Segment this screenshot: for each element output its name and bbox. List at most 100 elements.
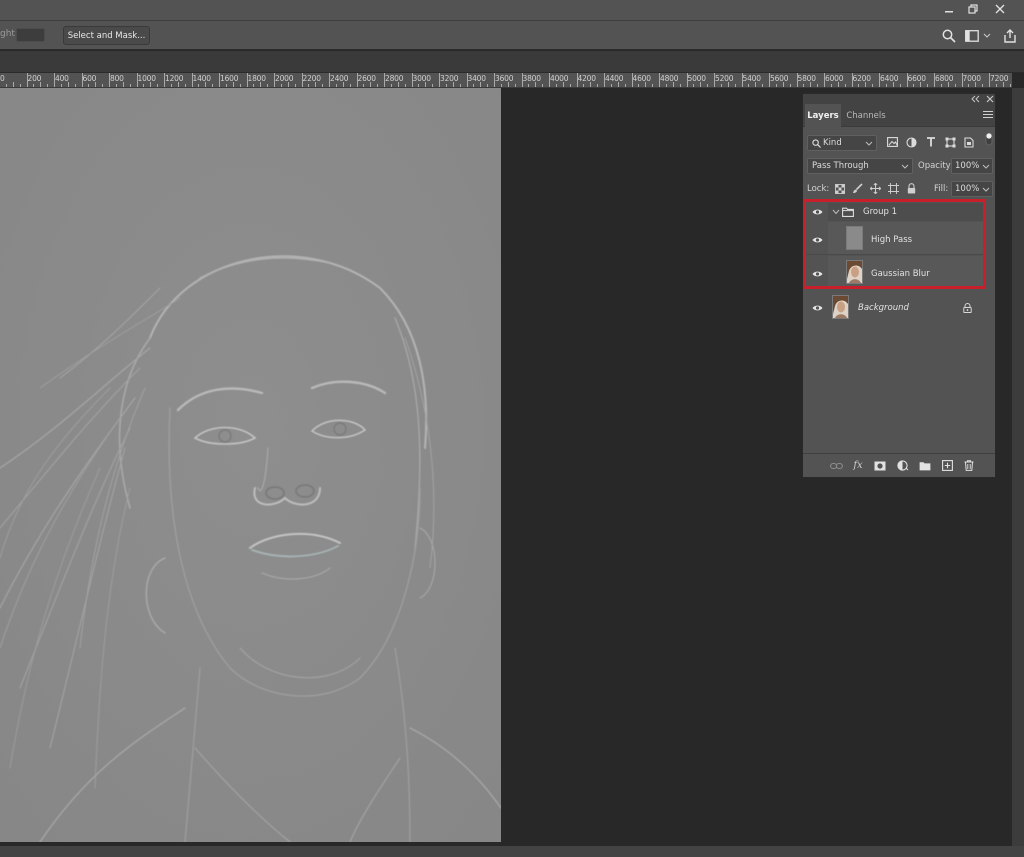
filter-toggle-button[interactable] xyxy=(983,132,995,146)
lock-all-button[interactable] xyxy=(906,183,917,194)
ruler-minor-tick xyxy=(817,84,819,87)
horizontal-scrollbar[interactable] xyxy=(0,846,1024,857)
ruler-minor-tick xyxy=(782,82,784,87)
ruler-minor-tick xyxy=(762,84,764,87)
ruler-minor-tick xyxy=(679,84,681,87)
layer-thumbnail-gaussian-blur[interactable] xyxy=(846,260,863,284)
share-button[interactable] xyxy=(1002,28,1018,44)
add-layer-style-button[interactable]: fx xyxy=(851,459,865,472)
layer-row-high-pass[interactable]: High Pass xyxy=(805,222,984,255)
ruler-minor-tick xyxy=(129,84,131,87)
ruler-minor-tick xyxy=(157,84,159,87)
ruler-label: 5000 xyxy=(687,74,707,83)
ruler-label: 2800 xyxy=(385,74,404,83)
lock-transparent-button[interactable] xyxy=(834,183,845,194)
ruler-label: 7000 xyxy=(962,74,982,83)
toggle-dot-icon xyxy=(985,132,993,146)
opacity-input[interactable]: 100% xyxy=(951,158,993,174)
link-icon xyxy=(829,462,843,469)
ruler-minor-tick xyxy=(535,82,537,87)
layer-row-background[interactable]: Background xyxy=(805,293,984,321)
ruler-minor-tick xyxy=(734,84,736,87)
panel-menu-button[interactable] xyxy=(983,110,993,120)
filter-smart-object-button[interactable] xyxy=(963,136,975,148)
new-group-button[interactable] xyxy=(918,459,932,472)
restore-icon xyxy=(967,4,978,14)
ruler-minor-tick xyxy=(789,84,791,87)
ruler-label: 7200 xyxy=(990,74,1009,83)
ruler-label: 4400 xyxy=(605,74,624,83)
blend-mode-select[interactable]: Pass Through xyxy=(807,158,913,174)
ruler-label: 6600 xyxy=(907,74,927,83)
new-adjustment-layer-button[interactable] xyxy=(896,459,910,472)
ruler-minor-tick xyxy=(487,84,489,87)
filter-pixel-button[interactable] xyxy=(886,136,898,148)
options-value-field[interactable] xyxy=(16,28,45,42)
ruler-minor-tick xyxy=(33,84,35,87)
link-layers-button[interactable] xyxy=(829,459,843,472)
ruler-minor-tick xyxy=(102,84,104,87)
ruler-label: 6000 xyxy=(825,74,844,83)
lock-pixels-button[interactable] xyxy=(852,183,863,194)
add-mask-button[interactable] xyxy=(873,459,887,472)
ruler-minor-tick xyxy=(562,82,564,87)
restore-button[interactable] xyxy=(961,0,985,18)
delete-layer-button[interactable] xyxy=(962,459,976,472)
ruler-minor-tick xyxy=(5,84,7,87)
layer-thumbnail-high-pass[interactable] xyxy=(846,226,863,250)
ruler-minor-tick xyxy=(940,84,942,87)
ruler-minor-tick xyxy=(122,82,124,87)
visibility-toggle[interactable] xyxy=(811,303,823,313)
vertical-scrollbar[interactable] xyxy=(1012,88,1024,846)
blend-mode-value: Pass Through xyxy=(812,161,869,171)
visibility-toggle[interactable] xyxy=(811,235,823,245)
ruler-minor-tick xyxy=(844,84,846,87)
document-tab-strip xyxy=(0,51,1024,73)
half-circle-icon xyxy=(905,136,917,148)
filter-type-button[interactable] xyxy=(925,136,937,148)
layer-thumbnail-background[interactable] xyxy=(832,295,849,319)
minimize-icon xyxy=(945,11,953,13)
search-button[interactable] xyxy=(941,28,957,44)
ruler-minor-tick xyxy=(542,84,544,87)
select-and-mask-button[interactable]: Select and Mask... xyxy=(63,26,150,45)
fill-input[interactable]: 100% xyxy=(951,181,993,197)
document-image[interactable] xyxy=(0,88,501,842)
layer-row-gaussian-blur[interactable]: Gaussian Blur xyxy=(805,256,984,289)
ruler-minor-tick xyxy=(67,82,69,87)
ruler-minor-tick xyxy=(60,84,62,87)
ruler-label: 3600 xyxy=(495,74,514,83)
workspace-button[interactable] xyxy=(964,28,992,44)
tab-channels[interactable]: Channels xyxy=(843,104,889,127)
shape-icon xyxy=(945,137,955,147)
chevron-down-icon[interactable] xyxy=(832,208,840,216)
lock-position-button[interactable] xyxy=(870,183,881,194)
visibility-toggle[interactable] xyxy=(811,207,823,217)
ruler-minor-tick xyxy=(755,82,757,87)
tab-layers[interactable]: Layers xyxy=(805,104,841,127)
share-icon xyxy=(1004,29,1016,43)
filter-shape-button[interactable] xyxy=(944,136,956,148)
visibility-toggle[interactable] xyxy=(811,269,823,279)
filter-kind-select[interactable]: Kind xyxy=(807,135,877,151)
ruler-label: 6200 xyxy=(852,74,872,83)
high-pass-portrait xyxy=(0,88,501,842)
new-layer-button[interactable] xyxy=(940,459,954,472)
new-layer-icon xyxy=(941,460,953,471)
ruler-minor-tick xyxy=(294,84,296,87)
layer-row-group-1[interactable]: Group 1 xyxy=(805,203,984,221)
minimize-button[interactable] xyxy=(937,0,961,18)
double-chevron-icon xyxy=(971,95,980,103)
ruler-minor-tick xyxy=(432,84,434,87)
close-window-button[interactable] xyxy=(988,0,1012,18)
ruler-label: 1000 xyxy=(137,74,157,83)
lock-artboard-button[interactable] xyxy=(888,183,899,194)
blend-row: Pass Through Opacity: 100% xyxy=(803,157,995,175)
layers-panel: Layers Channels Kind Pass Through Opacit… xyxy=(802,93,996,478)
ruler-minor-tick xyxy=(267,84,269,87)
lock-row: Lock: Fill: 100% xyxy=(803,180,995,198)
ruler-label: 4600 xyxy=(632,74,652,83)
filter-adjustment-button[interactable] xyxy=(905,136,917,148)
ruler-minor-tick xyxy=(425,82,427,87)
ruler-minor-tick xyxy=(638,84,640,87)
